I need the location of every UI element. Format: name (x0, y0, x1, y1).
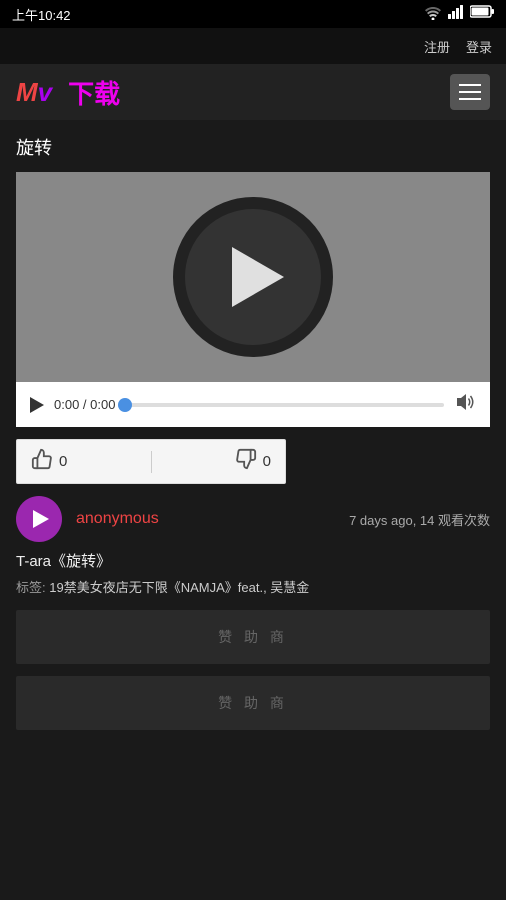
play-pause-button[interactable] (30, 397, 44, 413)
avatar-play-icon (33, 510, 49, 528)
divider (151, 451, 152, 473)
login-link[interactable]: 登录 (466, 37, 492, 56)
volume-icon[interactable] (454, 392, 476, 417)
menu-button[interactable] (450, 74, 490, 110)
user-avatar[interactable] (16, 496, 62, 542)
video-play-icon (232, 247, 284, 307)
logo-m-letter: M (16, 77, 38, 107)
menu-line-2 (459, 91, 481, 93)
top-nav: 注册 登录 (0, 28, 506, 64)
meta-info: 7 days ago, 14 观看次数 (349, 510, 490, 529)
progress-dot (118, 398, 132, 412)
signal-icon (448, 5, 464, 24)
dislike-group[interactable]: 0 (235, 448, 271, 475)
video-container[interactable]: 0:00 / 0:00 (16, 172, 490, 427)
logo: Mv 下载 (16, 74, 120, 111)
like-group[interactable]: 0 (31, 448, 67, 475)
status-time: 上午10:42 (12, 5, 71, 24)
header: Mv 下载 (0, 64, 506, 120)
sponsor-text-1: 赞 助 商 (218, 627, 288, 647)
song-title: T-ara《旋转》 (16, 550, 490, 571)
like-count: 0 (59, 453, 67, 470)
page-title: 旋转 (16, 134, 490, 160)
menu-line-3 (459, 98, 481, 100)
battery-icon (470, 5, 494, 23)
tags-line: 标签: 19禁美女夜店无下限《NAMJA》feat., 吴慧金 (16, 577, 490, 596)
sponsor-box-1: 赞 助 商 (16, 610, 490, 664)
sponsor-text-2: 赞 助 商 (218, 693, 288, 713)
wifi-icon (424, 6, 442, 23)
like-icon (31, 448, 53, 475)
logo-v-letter: v (38, 77, 52, 107)
dislike-icon (235, 448, 257, 475)
time-display: 0:00 / 0:00 (54, 397, 115, 412)
tags-content: 19禁美女夜店无下限《NAMJA》feat., 吴慧金 (49, 580, 309, 595)
player-controls: 0:00 / 0:00 (16, 382, 490, 427)
register-link[interactable]: 注册 (424, 37, 450, 56)
video-thumbnail[interactable] (16, 172, 490, 382)
play-icon-small (30, 397, 44, 413)
status-bar: 上午10:42 (0, 0, 506, 28)
like-dislike-bar: 0 0 (16, 439, 286, 484)
menu-line-1 (459, 84, 481, 86)
user-row: anonymous 7 days ago, 14 观看次数 (16, 496, 490, 542)
logo-dl-text: 下载 (68, 74, 120, 111)
tags-label: 标签: (16, 580, 46, 595)
logo-mv: Mv (16, 77, 52, 108)
video-play-circle[interactable] (173, 197, 333, 357)
main-content: 旋转 0:00 / 0:00 (0, 120, 506, 730)
progress-bar[interactable] (125, 403, 444, 407)
sponsor-box-2: 赞 助 商 (16, 676, 490, 730)
dislike-count: 0 (263, 453, 271, 470)
status-icons (424, 5, 494, 24)
user-name[interactable]: anonymous (76, 510, 159, 528)
